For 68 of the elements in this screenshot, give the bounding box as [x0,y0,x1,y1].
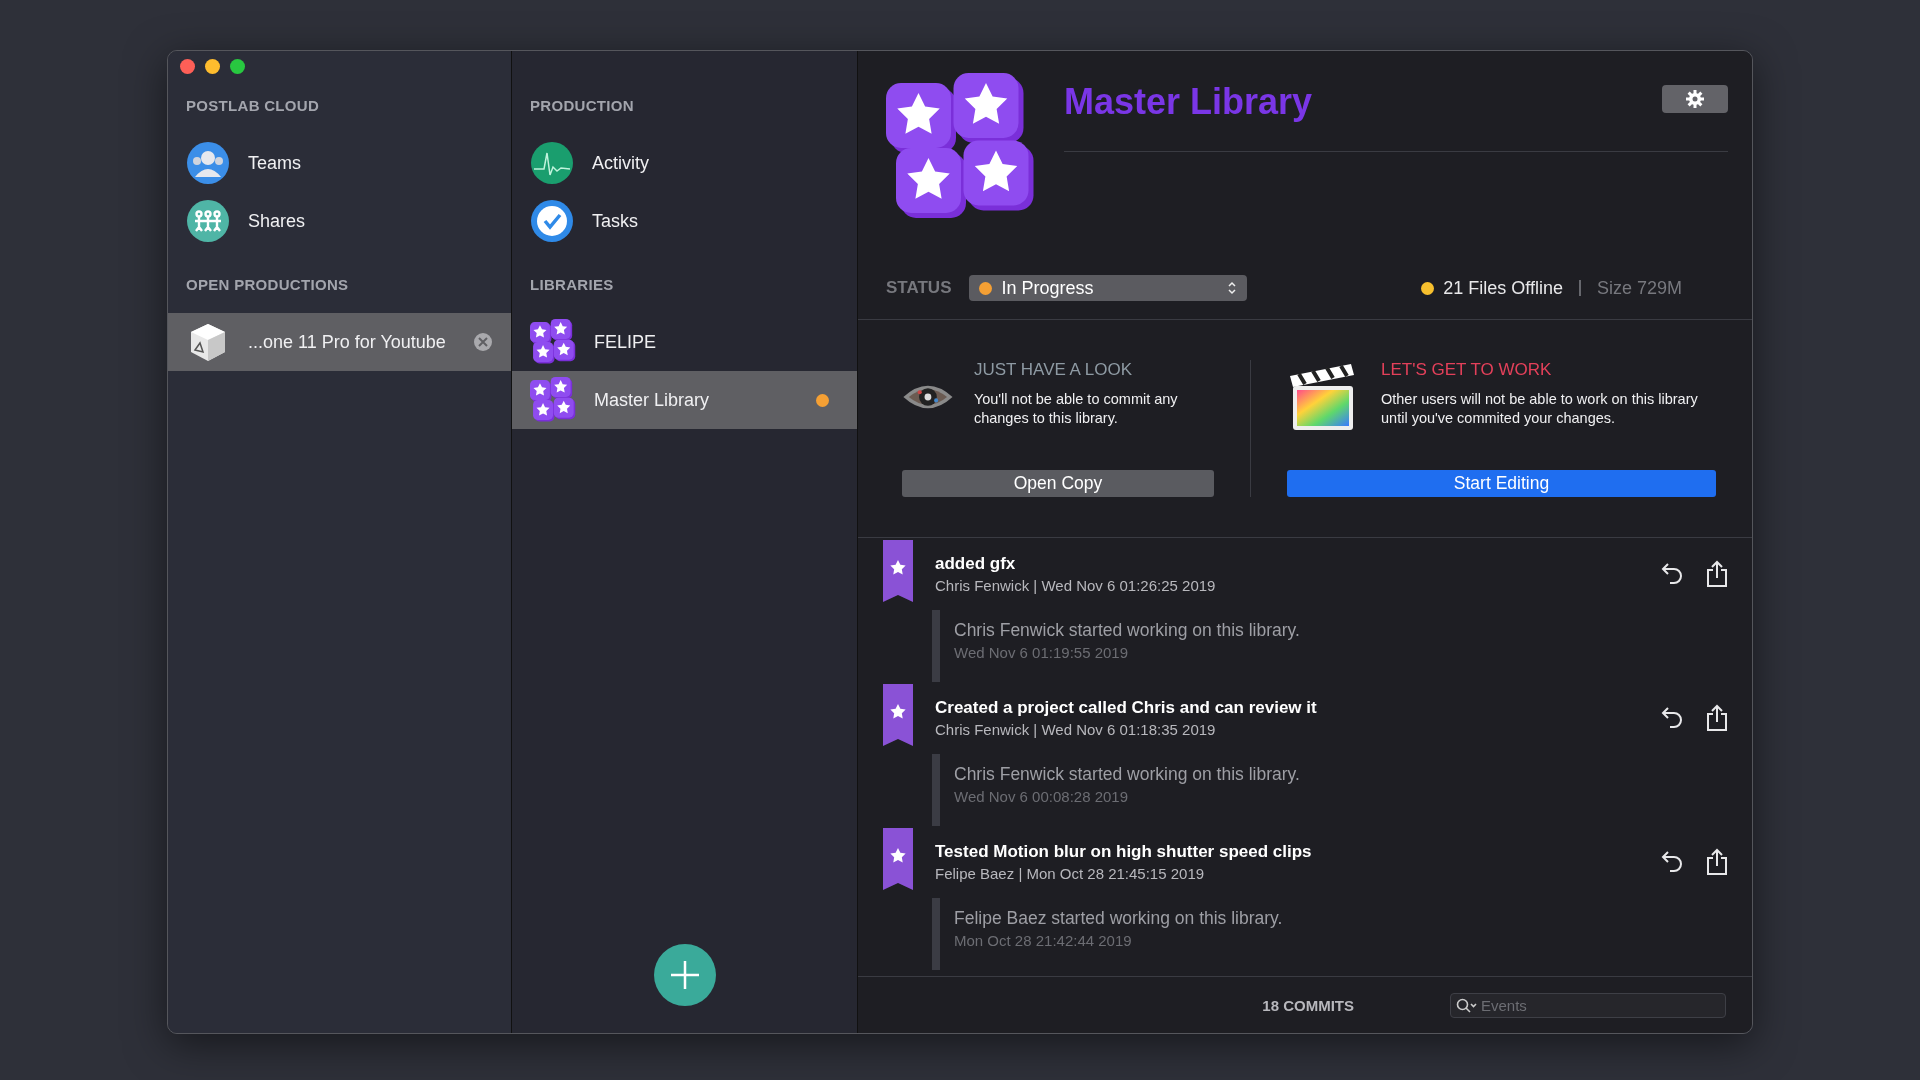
nav-item[interactable]: Master Library [512,371,857,429]
action-description: You'll not be able to commit any changes to this library. [973,390,1179,428]
event-message: Chris Fenwick started working on this library. [954,764,1300,785]
add-icon[interactable] [653,944,716,1006]
status-dropdown[interactable]: In Progress [969,275,1248,301]
action-title: JUST HAVE A LOOK [973,360,1133,380]
section-heading: OPEN PRODUCTIONS [185,276,350,293]
nav-item[interactable]: Shares [168,192,511,250]
share-icon[interactable] [1706,848,1728,876]
offline-count: 21 Files Offline [1443,277,1563,299]
offline-dot [1421,281,1435,295]
nav-item-label: ...one 11 Pro for Youtube [248,331,447,353]
undo-icon[interactable] [1660,704,1684,730]
library-title: Master Library [1064,81,1314,123]
event-date: Wed Nov 6 00:08:28 2019 [954,788,1130,805]
commit-meta: Chris Fenwick | Wed Nov 6 01:26:25 2019 [935,577,1217,594]
nav-item[interactable]: ...one 11 Pro for Youtube [168,313,511,371]
nav-item-label: FELIPE [594,331,658,353]
people-icon [186,199,230,243]
undo-icon[interactable] [1660,848,1684,874]
nav-item[interactable]: FELIPE [512,313,857,371]
commit-count: 18 COMMITS [1262,996,1354,1014]
section-heading: LIBRARIES [529,276,615,293]
search-field[interactable]: Events [1450,992,1726,1018]
nav-item-label: Master Library [594,389,711,411]
nav-item[interactable]: Teams [168,134,511,192]
nav-item[interactable]: Tasks [512,192,857,250]
action-button[interactable]: Start Editing [1287,470,1716,497]
stars-icon [530,377,576,423]
commit-meta: Chris Fenwick | Wed Nov 6 01:18:35 2019 [935,721,1217,738]
search-icon [1456,997,1478,1014]
section-heading: POSTLAB CLOUD [185,97,321,114]
nav-item-label: Shares [248,210,307,232]
quote-bar [932,610,940,682]
commit-meta: Felipe Baez | Mon Oct 28 21:45:15 2019 [935,865,1206,882]
bookmark-icon [883,540,913,602]
action-title: LET'S GET TO WORK [1381,360,1553,380]
nav-item[interactable]: Activity [512,134,857,192]
section-heading: PRODUCTION [529,97,635,114]
undo-icon[interactable] [1660,560,1684,586]
event-date: Mon Oct 28 21:42:44 2019 [954,932,1133,949]
share-icon[interactable] [1706,560,1728,588]
quote-bar [932,754,940,826]
settings-icon [1686,90,1704,108]
nav-item-label: Activity [592,152,650,174]
nav-item-label: Tasks [592,210,639,232]
close-icon[interactable] [473,332,493,352]
library-size: Size 729M [1596,277,1682,299]
commit-message: Tested Motion blur on high shutter speed clips [935,842,1313,862]
nav-item-label: Teams [248,152,302,174]
commit-message: Created a project called Chris and can review it [935,698,1318,718]
people-icon [186,141,230,185]
bookmark-icon [883,828,913,890]
pulse-icon [530,141,574,185]
checkmark-icon [530,199,574,243]
commit-message: added gfx [935,554,1017,574]
status-label: STATUS [886,278,952,298]
action-description: Other users will not be able to work on this library until you've commited your changes. [1381,390,1699,428]
action-button[interactable]: Open Copy [902,470,1214,497]
settings-button[interactable] [1662,85,1728,113]
bookmark-icon [883,684,913,746]
event-date: Wed Nov 6 01:19:55 2019 [954,644,1130,661]
stars-icon [530,319,576,365]
quote-bar [932,898,940,970]
chevron-icon [1227,280,1238,296]
event-message: Felipe Baez started working on this library. [954,908,1283,929]
event-message: Chris Fenwick started working on this library. [954,620,1300,641]
share-icon[interactable] [1706,704,1728,732]
